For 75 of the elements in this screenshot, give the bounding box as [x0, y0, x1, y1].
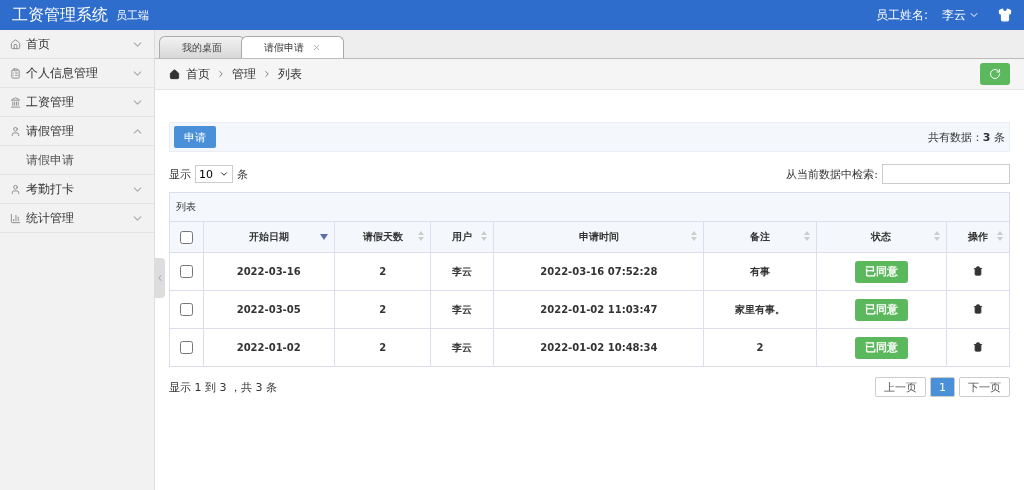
table-cell: 2022-01-02 [236, 342, 301, 353]
app-title: 工资管理系统 [12, 4, 108, 26]
table-cell: 2022-01-02 11:03:47 [540, 304, 658, 315]
menu-item-icon [10, 183, 21, 195]
column-header[interactable]: 备注 [750, 230, 770, 244]
table-cell: 家里有事。 [735, 303, 785, 315]
table-cell: 2 [379, 304, 387, 315]
caret-icon [219, 169, 229, 179]
table-cell: 2022-03-05 [236, 304, 301, 315]
sidebar-item[interactable]: 考勤打卡 [0, 175, 154, 204]
sidebar-item[interactable]: 工资管理 [0, 88, 154, 117]
prev-page-button[interactable]: 上一页 [875, 377, 926, 397]
app-subtitle: 员工端 [116, 7, 149, 23]
sort-icon[interactable] [803, 231, 810, 241]
refresh-icon [989, 68, 1001, 80]
chevron-left-icon [155, 273, 165, 283]
close-icon[interactable] [312, 43, 321, 52]
delete-icon[interactable] [972, 341, 983, 352]
user-label: 员工姓名: [875, 6, 928, 24]
search-field[interactable] [882, 164, 1010, 184]
table-cell: 2022-03-16 [236, 266, 301, 277]
next-page-button[interactable]: 下一页 [959, 377, 1010, 397]
shirt-icon[interactable] [998, 8, 1012, 22]
select-all-checkbox[interactable] [180, 230, 194, 244]
total-count: 共有数据：3 条 [927, 129, 1005, 145]
page-size-select[interactable]: 10 [195, 165, 233, 183]
separator-icon [262, 69, 272, 79]
menu-item-icon [10, 38, 21, 50]
sort-icon[interactable] [691, 231, 698, 241]
tab[interactable]: 请假申请 [241, 36, 344, 58]
row-checkbox[interactable] [180, 303, 194, 316]
menu-item-icon [10, 125, 21, 137]
row-checkbox[interactable] [180, 265, 194, 278]
table-cell: 有事 [750, 265, 770, 277]
table-cell: 2022-01-02 10:48:34 [540, 342, 658, 353]
sort-descending-icon[interactable] [319, 234, 328, 240]
refresh-button[interactable] [980, 63, 1010, 85]
table-cell: 李云 [452, 341, 473, 353]
table-cell: 李云 [452, 303, 473, 315]
table-info: 显示 1 到 3 ，共 3 条 [169, 379, 277, 395]
user-menu[interactable]: 李云 [942, 6, 980, 24]
column-header[interactable]: 请假天数 [362, 230, 403, 244]
breadcrumb-link[interactable]: 管理 [232, 65, 256, 83]
sidebar-item[interactable]: 个人信息管理 [0, 59, 154, 88]
sidebar-item[interactable]: 统计管理 [0, 204, 154, 233]
show-label: 显示 [169, 166, 191, 182]
menu-item-icon [10, 96, 21, 108]
sort-icon[interactable] [418, 231, 425, 241]
table-cell: 2 [379, 342, 387, 353]
menu-item-icon [10, 67, 21, 79]
table-cell: 2022-03-16 07:52:28 [540, 266, 658, 277]
column-header[interactable]: 用户 [452, 230, 473, 244]
column-header[interactable]: 开始日期 [248, 230, 289, 244]
home-icon [169, 68, 180, 80]
search-label: 从当前数据中检索: [786, 166, 878, 182]
delete-icon[interactable] [972, 303, 983, 314]
breadcrumb-link[interactable]: 列表 [278, 65, 302, 83]
row-checkbox[interactable] [180, 341, 194, 354]
menu-item-icon [10, 212, 21, 224]
column-header[interactable]: 申请时间 [578, 230, 619, 244]
table-cell: 李云 [452, 265, 473, 277]
column-header[interactable]: 操作 [967, 230, 988, 244]
delete-icon[interactable] [972, 265, 983, 276]
separator-icon [216, 69, 226, 79]
unit-label: 条 [237, 166, 248, 182]
sort-icon[interactable] [933, 231, 940, 241]
collapse-handle[interactable] [155, 258, 165, 298]
table-cell: 2 [756, 342, 764, 353]
sidebar-item[interactable]: 首页 [0, 30, 154, 59]
table-cell: 2 [379, 266, 387, 277]
table-caption: 列表 [169, 192, 1010, 222]
breadcrumb-link[interactable]: 首页 [186, 65, 210, 83]
sort-icon[interactable] [481, 231, 488, 241]
sort-icon[interactable] [997, 231, 1003, 241]
column-header[interactable]: 状态 [871, 230, 892, 244]
